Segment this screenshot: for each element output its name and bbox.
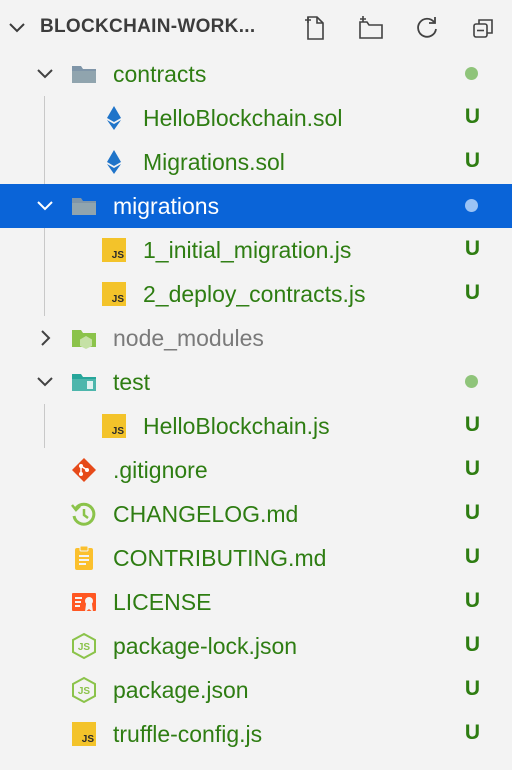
untracked-badge: U <box>464 501 480 524</box>
changelog-icon <box>71 502 96 526</box>
tree-item-changelog[interactable]: CHANGELOG.md U <box>0 492 512 536</box>
tree-item-label: package-lock.json <box>113 633 298 659</box>
ethereum-icon <box>107 106 121 130</box>
chevron-right-icon[interactable] <box>34 327 56 349</box>
js-file-icon: JS <box>70 720 98 748</box>
tree-item-migrations[interactable]: migrations <box>0 184 512 228</box>
tree-item-label: 1_initial_migration.js <box>143 237 352 263</box>
untracked-badge: U <box>464 633 480 656</box>
untracked-badge: U <box>464 589 480 612</box>
tree-item-deploy-contracts-js[interactable]: JS 2_deploy_contracts.js U <box>0 272 512 316</box>
tree-item-truffle-config-js[interactable]: JS truffle-config.js U <box>0 712 512 756</box>
tree-item-helloblockchain-sol[interactable]: HelloBlockchain.sol U <box>0 96 512 140</box>
tree-item-migrations-sol[interactable]: Migrations.sol U <box>0 140 512 184</box>
new-file-icon[interactable] <box>300 13 330 43</box>
contributing-icon <box>75 545 93 570</box>
tree-item-helloblockchain-js[interactable]: JS HelloBlockchain.js U <box>0 404 512 448</box>
tree-item-gitignore[interactable]: .gitignore U <box>0 448 512 492</box>
tree-item-label: 2_deploy_contracts.js <box>143 281 366 307</box>
tree-item-test[interactable]: test <box>0 360 512 404</box>
untracked-badge: U <box>464 237 480 260</box>
new-folder-icon[interactable] <box>356 13 386 43</box>
tree-item-label: package.json <box>113 677 249 703</box>
node-folder-icon <box>72 330 96 349</box>
ethereum-icon <box>107 150 121 174</box>
tree-item-label: contracts <box>113 61 207 87</box>
modified-dot <box>465 67 478 80</box>
tree-item-contracts[interactable]: contracts <box>0 52 512 96</box>
refresh-icon[interactable] <box>412 13 442 43</box>
tree-item-label: LICENSE <box>113 589 212 615</box>
js-file-icon: JS <box>100 280 128 308</box>
tree-item-label: node_modules <box>113 325 264 351</box>
tree-item-label: CHANGELOG.md <box>113 501 299 527</box>
js-file-icon: JS <box>100 236 128 264</box>
tree-item-node-modules[interactable]: node_modules <box>0 316 512 360</box>
tree-item-label: CONTRIBUTING.md <box>113 545 327 571</box>
explorer-header: BLOCKCHAIN-WORK... <box>0 0 512 56</box>
workspace-title[interactable]: BLOCKCHAIN-WORK... <box>40 16 255 38</box>
chevron-down-icon[interactable] <box>34 195 56 217</box>
tree-item-license[interactable]: LICENSE U <box>0 580 512 624</box>
tree-item-label: truffle-config.js <box>113 721 263 747</box>
modified-dot <box>465 375 478 388</box>
tree-item-label: HelloBlockchain.js <box>143 413 330 439</box>
tree-item-package-lock-json[interactable]: JS package-lock.json U <box>0 624 512 668</box>
git-icon <box>72 458 96 482</box>
untracked-badge: U <box>464 105 480 128</box>
tree-item-label: .gitignore <box>113 457 208 483</box>
untracked-badge: U <box>464 281 480 304</box>
tree-item-contributing[interactable]: CONTRIBUTING.md U <box>0 536 512 580</box>
tree-item-package-json[interactable]: JS package.json U <box>0 668 512 712</box>
collapse-all-icon[interactable] <box>468 13 498 43</box>
untracked-badge: U <box>464 413 480 436</box>
untracked-badge: U <box>464 149 480 172</box>
untracked-badge: U <box>464 545 480 568</box>
tree-item-label: Migrations.sol <box>143 149 285 175</box>
chevron-down-icon[interactable] <box>34 371 56 393</box>
modified-dot <box>465 199 478 212</box>
untracked-badge: U <box>464 457 480 480</box>
license-icon <box>72 593 96 612</box>
tree-item-initial-migration-js[interactable]: JS 1_initial_migration.js U <box>0 228 512 272</box>
tree-item-label: migrations <box>113 193 220 219</box>
tree-item-label: test <box>113 369 151 395</box>
folder-icon <box>72 198 96 215</box>
untracked-badge: U <box>464 721 480 744</box>
untracked-badge: U <box>464 677 480 700</box>
svg-text:JS: JS <box>78 642 91 653</box>
nodejs-icon: JS <box>72 632 96 660</box>
folder-icon <box>72 66 96 83</box>
chevron-down-icon[interactable] <box>34 63 56 85</box>
tree-item-label: HelloBlockchain.sol <box>143 105 343 131</box>
svg-text:JS: JS <box>78 686 91 697</box>
js-file-icon: JS <box>100 412 128 440</box>
chevron-down-icon[interactable] <box>6 17 28 39</box>
test-folder-icon <box>72 374 96 391</box>
nodejs-icon: JS <box>72 676 96 704</box>
